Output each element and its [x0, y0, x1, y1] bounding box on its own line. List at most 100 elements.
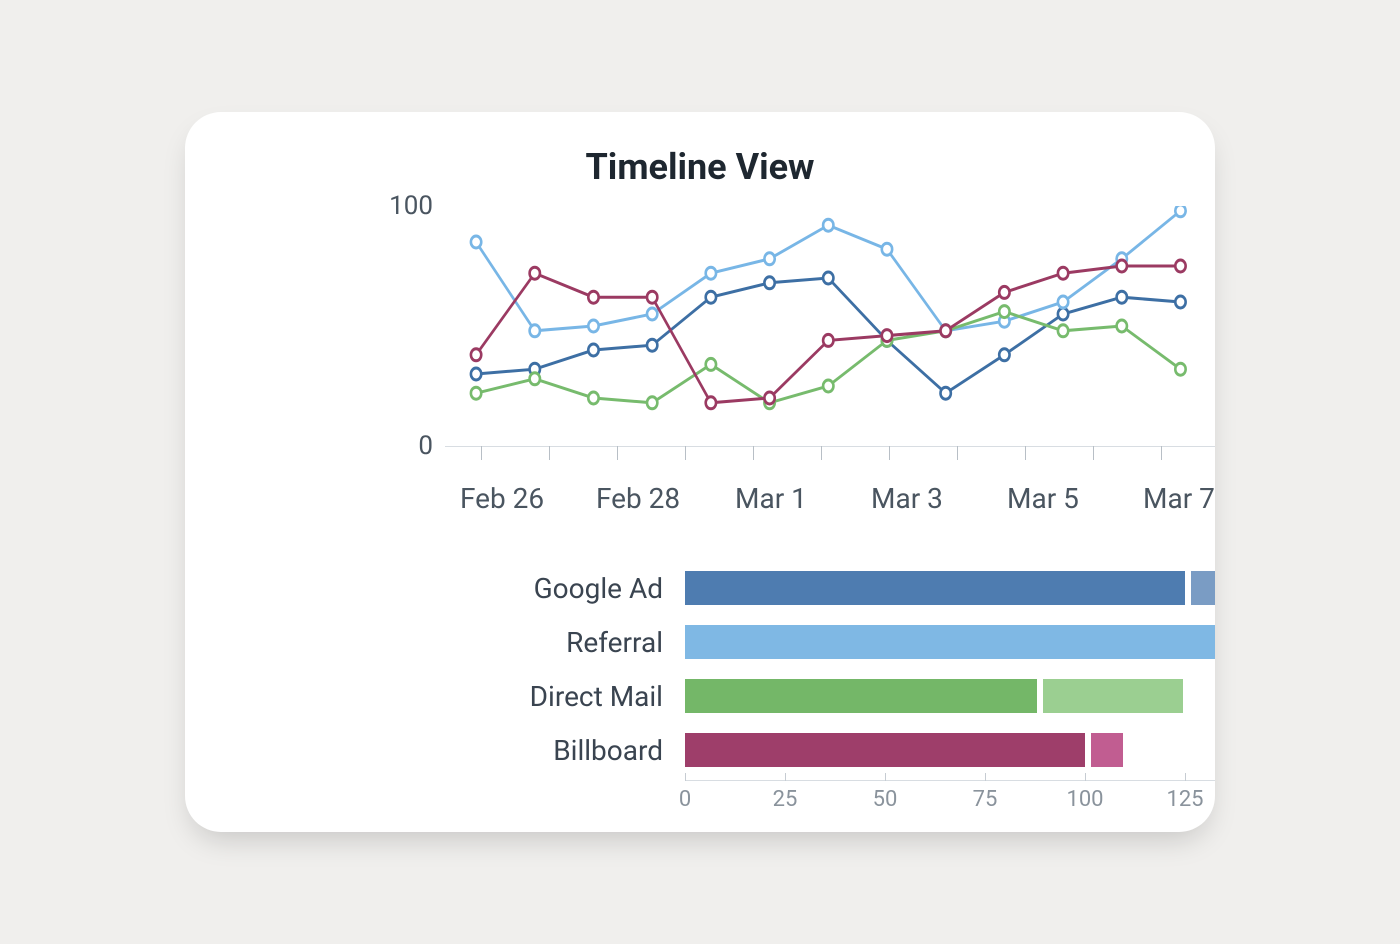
- x-tick-mark: [481, 446, 482, 460]
- bar-x-tick: [885, 773, 886, 781]
- x-axis-label: Feb 26: [460, 482, 544, 515]
- x-tick-mark: [1025, 446, 1026, 460]
- series-point: [706, 267, 716, 279]
- x-axis-label: Mar 5: [1007, 482, 1079, 515]
- series-point: [647, 308, 657, 320]
- bar-category-label: Direct Mail: [445, 680, 685, 713]
- series-point: [764, 277, 774, 289]
- line-plot-area: [445, 206, 1215, 446]
- bar-row: Billboard: [445, 726, 1215, 774]
- bar-row: Direct Mail: [445, 672, 1215, 720]
- series-point: [706, 397, 716, 409]
- bar-track: [685, 625, 1215, 659]
- bar-chart: Google Ad Referral Direct Mail Billboard 0 2…: [185, 564, 1215, 820]
- bar-row: Referral: [445, 618, 1215, 666]
- x-tick-mark: [889, 446, 890, 460]
- bar-segment: [685, 679, 1037, 713]
- series-point: [940, 387, 950, 399]
- bar-x-tick: [1185, 773, 1186, 781]
- bar-x-label: 125: [1166, 787, 1203, 812]
- bar-x-tick: [685, 773, 686, 781]
- bar-x-label: 100: [1066, 787, 1103, 812]
- bar-x-label: 0: [679, 787, 691, 812]
- series-point: [764, 392, 774, 404]
- series-point: [588, 344, 598, 356]
- bar-x-label: 50: [873, 787, 898, 812]
- bar-segment: [1091, 733, 1123, 767]
- line-svg: [445, 206, 1215, 446]
- bar-category-label: Google Ad: [445, 572, 685, 605]
- series-point: [999, 306, 1009, 318]
- series-point: [588, 392, 598, 404]
- series-point: [1175, 363, 1185, 375]
- series-point: [530, 267, 540, 279]
- series-point: [999, 349, 1009, 361]
- series-point: [823, 380, 833, 392]
- y-tick-label: 0: [373, 431, 433, 461]
- series-point: [647, 291, 657, 303]
- bar-track: [685, 679, 1215, 713]
- x-tick-mark: [1093, 446, 1094, 460]
- bar-category-label: Billboard: [445, 734, 685, 767]
- series-point: [1117, 291, 1127, 303]
- x-tick-mark: [1161, 446, 1162, 460]
- series-point: [471, 236, 481, 248]
- series-point: [647, 397, 657, 409]
- series-point: [471, 368, 481, 380]
- series-point: [1117, 260, 1127, 272]
- bar-x-label: 25: [773, 787, 798, 812]
- bar-segment: [1043, 679, 1183, 713]
- series-point: [471, 387, 481, 399]
- x-tick-mark: [617, 446, 618, 460]
- series-point: [1175, 260, 1185, 272]
- x-tick-marks: [445, 446, 1215, 460]
- bar-track: [685, 733, 1215, 767]
- bar-category-label: Referral: [445, 626, 685, 659]
- series-point: [882, 243, 892, 255]
- series-point: [530, 325, 540, 337]
- bar-segment: [685, 733, 1085, 767]
- series-point: [764, 253, 774, 265]
- series-point: [823, 334, 833, 346]
- bar-row: Google Ad: [445, 564, 1215, 612]
- series-point: [1117, 320, 1127, 332]
- series-point: [940, 325, 950, 337]
- series-point: [530, 373, 540, 385]
- x-axis-labels: Feb 26Feb 28Mar 1Mar 3Mar 5Mar 7: [185, 482, 1215, 534]
- bar-x-label: 75: [973, 787, 998, 812]
- bar-segment: [1191, 571, 1215, 605]
- series-point: [588, 320, 598, 332]
- x-tick-mark: [957, 446, 958, 460]
- series-point: [1175, 296, 1185, 308]
- bar-x-tick: [1085, 773, 1086, 781]
- series-point: [1058, 296, 1068, 308]
- bar-track: [685, 571, 1215, 605]
- x-tick-mark: [753, 446, 754, 460]
- series-point: [1175, 206, 1185, 217]
- series-point: [706, 358, 716, 370]
- x-axis-label: Mar 3: [871, 482, 943, 515]
- series-point: [1058, 325, 1068, 337]
- series-point: [706, 291, 716, 303]
- series-point: [882, 330, 892, 342]
- bar-segment: [685, 625, 1215, 659]
- x-tick-mark: [821, 446, 822, 460]
- series-point: [999, 286, 1009, 298]
- series-point: [588, 291, 598, 303]
- x-axis-label: Mar 1: [735, 482, 807, 515]
- bar-x-tick: [985, 773, 986, 781]
- series-point: [823, 219, 833, 231]
- bar-x-tick: [785, 773, 786, 781]
- bar-segment: [685, 571, 1185, 605]
- series-point: [471, 349, 481, 361]
- series-point: [823, 272, 833, 284]
- series-point: [1058, 267, 1068, 279]
- dashboard-card: Timeline View 0100 Feb 26Feb 28Mar 1Mar …: [185, 112, 1215, 832]
- series-point: [1058, 308, 1068, 320]
- y-tick-label: 100: [373, 191, 433, 221]
- line-chart: 0100: [185, 206, 1215, 476]
- x-tick-mark: [549, 446, 550, 460]
- x-tick-mark: [685, 446, 686, 460]
- x-axis-label: Feb 28: [596, 482, 680, 515]
- series-point: [647, 339, 657, 351]
